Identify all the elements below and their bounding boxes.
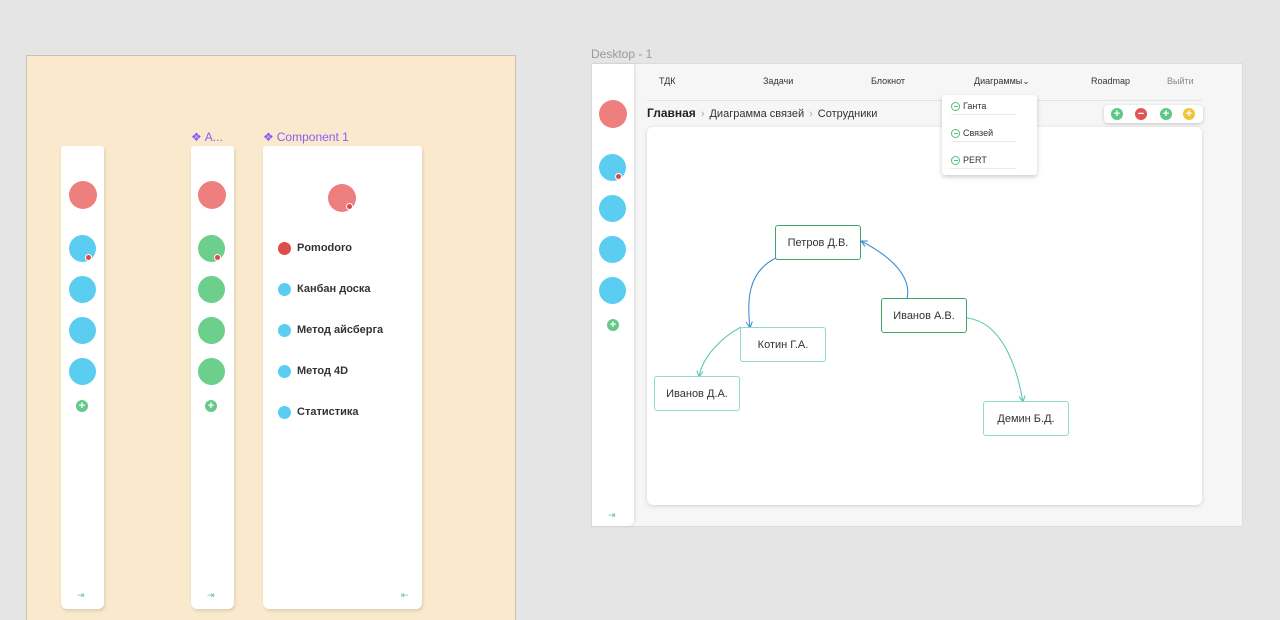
node-ivanov-av[interactable]: Иванов А.В.	[881, 298, 967, 333]
nav-tasks[interactable]: Задачи	[763, 76, 793, 86]
breadcrumb-separator: ›	[700, 108, 705, 120]
nav-tdk[interactable]: ТДК	[659, 76, 676, 86]
avatar[interactable]	[69, 181, 97, 209]
nav-diagrams[interactable]: Диаграммы⌄	[974, 76, 1030, 87]
sidebar-item-iceberg[interactable]	[198, 317, 225, 344]
breadcrumb-home[interactable]: Главная	[647, 106, 696, 120]
notification-badge	[615, 173, 622, 180]
collapse-sidebar-icon[interactable]: ⇤	[401, 590, 409, 601]
menu-item-statistics[interactable]: Статистика	[278, 404, 359, 420]
edge-ivanov-demin	[966, 317, 1023, 402]
component-icon: ❖	[263, 130, 274, 144]
expand-sidebar-icon[interactable]: ⇥	[77, 590, 85, 601]
component-icon: ❖	[191, 130, 202, 144]
menu-item-iceberg[interactable]: Метод айсберга	[278, 322, 383, 338]
component-label-a: ❖ A...	[191, 130, 223, 144]
avatar[interactable]	[599, 100, 627, 128]
breadcrumb-current: Сотрудники	[817, 108, 878, 120]
add-node-button[interactable]: +	[1111, 108, 1123, 120]
kanban-icon	[278, 282, 291, 296]
sidebar-item-4d[interactable]	[69, 358, 96, 385]
sidebar-collapsed-variant-2: + ⇥	[191, 146, 234, 609]
notification-badge	[346, 203, 353, 210]
node-ivanov-da[interactable]: Иванов Д.А.	[654, 376, 740, 411]
remove-node-button[interactable]: −	[1135, 108, 1147, 120]
node-petrov[interactable]: Петров Д.В.	[775, 225, 861, 260]
logout-button[interactable]: Выйти	[1167, 76, 1194, 86]
statistics-icon	[278, 405, 291, 419]
sidebar-collapsed-variant-1: + ⇥	[61, 146, 104, 609]
node-kotin[interactable]: Котин Г.А.	[740, 327, 826, 362]
edge-ivanov-petrov	[861, 241, 909, 300]
component-board: + ⇥ ❖ A... + ⇥ ❖ Component 1 Pomodoro Канб…	[26, 55, 516, 620]
pomodoro-icon	[278, 241, 291, 255]
menu-item-pomodoro[interactable]: Pomodoro	[278, 240, 352, 256]
notification-badge	[214, 254, 221, 261]
iceberg-icon	[278, 323, 291, 337]
diagram-canvas[interactable]: Петров Д.В. Иванов А.В. Котин Г.А. Ивано…	[647, 127, 1202, 505]
expand-sidebar-icon[interactable]: ⇥	[608, 510, 616, 521]
sidebar-expanded: Pomodoro Канбан доска Метод айсберга Мет…	[263, 146, 422, 609]
nav-roadmap[interactable]: Roadmap	[1091, 76, 1130, 86]
add-icon[interactable]: +	[76, 400, 88, 412]
frame-title: Desktop - 1	[591, 47, 653, 61]
minus-circle-icon	[951, 128, 960, 138]
sidebar-item-kanban[interactable]	[599, 195, 626, 222]
diagram-toolbar: + − + +	[1104, 105, 1203, 123]
nav-notebook[interactable]: Блокнот	[871, 76, 905, 86]
menu-item-4d[interactable]: Метод 4D	[278, 363, 348, 379]
avatar[interactable]	[198, 181, 226, 209]
menu-item-kanban[interactable]: Канбан доска	[278, 281, 371, 297]
dropdown-item-links[interactable]: Связей	[951, 125, 1016, 142]
sidebar: + ⇥	[592, 64, 634, 526]
expand-sidebar-icon[interactable]: ⇥	[207, 590, 215, 601]
breadcrumb-diagram[interactable]: Диаграмма связей	[709, 108, 804, 120]
4d-icon	[278, 364, 291, 378]
chevron-down-icon: ⌄	[1022, 76, 1030, 86]
breadcrumb-separator: ›	[809, 108, 813, 120]
node-demin[interactable]: Демин Б.Д.	[983, 401, 1069, 436]
sidebar-item-iceberg[interactable]	[599, 236, 626, 263]
add-link-button[interactable]: +	[1160, 108, 1172, 120]
diagrams-dropdown: Ганта Связей PERT	[942, 95, 1037, 175]
dropdown-item-gantt[interactable]: Ганта	[951, 98, 1016, 115]
sidebar-item-kanban[interactable]	[69, 276, 96, 303]
edge-petrov-kotin	[749, 257, 777, 328]
sidebar-item-kanban[interactable]	[198, 276, 225, 303]
sidebar-item-4d[interactable]	[599, 277, 626, 304]
add-note-button[interactable]: +	[1183, 108, 1195, 120]
breadcrumb: Главная › Диаграмма связей › Сотрудники	[647, 106, 877, 120]
add-icon[interactable]: +	[205, 400, 217, 412]
sidebar-item-iceberg[interactable]	[69, 317, 96, 344]
desktop-frame: + ⇥ ТДК Задачи Блокнот Диаграммы⌄ Roadma…	[591, 63, 1243, 527]
add-icon[interactable]: +	[607, 319, 619, 331]
minus-circle-icon	[951, 155, 960, 165]
notification-badge	[85, 254, 92, 261]
nav-divider	[647, 100, 1202, 101]
dropdown-item-pert[interactable]: PERT	[951, 152, 1016, 169]
component-label-1: ❖ Component 1	[263, 130, 349, 144]
minus-circle-icon	[951, 101, 960, 111]
edge-kotin-ivanov	[699, 326, 742, 377]
sidebar-item-4d[interactable]	[198, 358, 225, 385]
